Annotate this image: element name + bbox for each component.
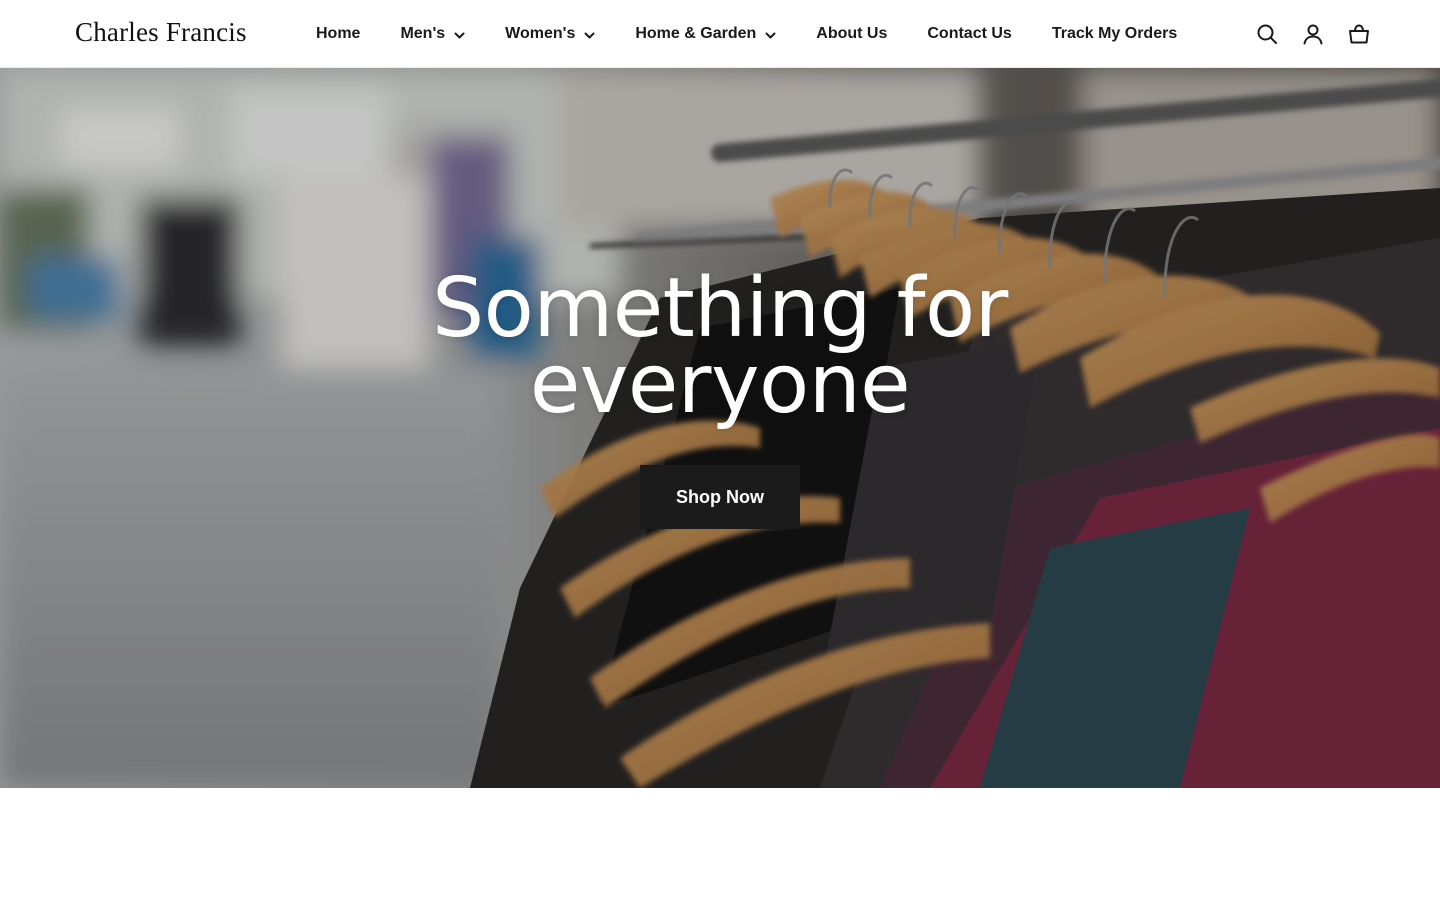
nav-item-womens[interactable]: Women's: [505, 0, 595, 68]
hero-content: Something for everyone Shop Now: [0, 68, 1440, 788]
hero-banner: Something for everyone Shop Now: [0, 68, 1440, 788]
nav-item-label: Track My Orders: [1051, 25, 1178, 42]
nav-item-label: Men's: [400, 25, 446, 42]
header-icon-group: [1232, 0, 1370, 68]
cart-icon[interactable]: [1348, 23, 1370, 45]
nav-item-contact-us[interactable]: Contact Us: [927, 0, 1011, 68]
hero-title: Something for everyone: [432, 261, 1008, 432]
account-icon[interactable]: [1302, 23, 1324, 45]
shop-now-button[interactable]: Shop Now: [640, 465, 800, 529]
chevron-down-icon: [765, 30, 776, 41]
nav-item-label: Contact Us: [927, 25, 1012, 42]
chevron-down-icon: [584, 30, 595, 41]
nav-item-label: Women's: [505, 25, 576, 42]
nav-item-track-orders[interactable]: Track My Orders: [1052, 0, 1177, 68]
nav-item-label: Home: [316, 25, 361, 42]
chevron-down-icon: [454, 30, 465, 41]
nav-item-label: About Us: [816, 25, 888, 42]
nav-item-home-garden[interactable]: Home & Garden: [635, 0, 776, 68]
site-header: Charles Francis Home Men's Women's Home …: [0, 0, 1440, 68]
nav-item-mens[interactable]: Men's: [400, 0, 465, 68]
nav-item-about-us[interactable]: About Us: [816, 0, 887, 68]
nav-item-label: Home & Garden: [635, 25, 757, 42]
brand-logo[interactable]: Charles Francis: [75, 17, 247, 48]
search-icon[interactable]: [1256, 23, 1278, 45]
main-nav: Home Men's Women's Home & Garden About U…: [316, 0, 1217, 68]
nav-item-home[interactable]: Home: [316, 0, 360, 68]
